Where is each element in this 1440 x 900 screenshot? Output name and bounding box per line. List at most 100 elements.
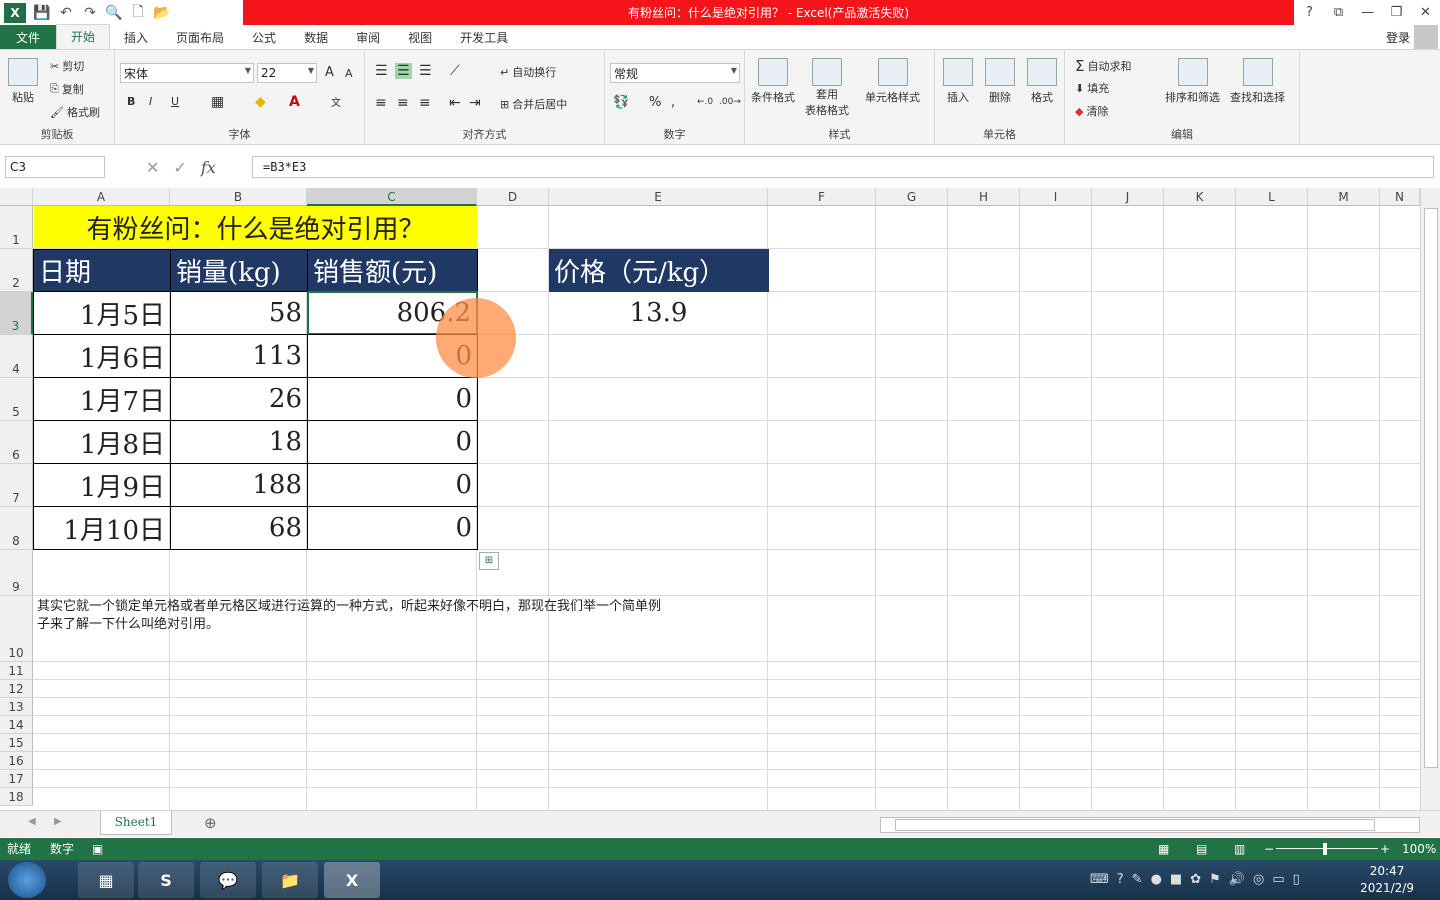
horizontal-scrollbar[interactable] <box>880 817 1420 833</box>
row-header[interactable]: 1 <box>0 206 33 249</box>
bold-button[interactable]: B <box>127 95 135 108</box>
zoom-in-icon[interactable]: + <box>1380 838 1390 860</box>
cut-button[interactable]: ✂ 剪切 <box>50 58 84 74</box>
data-cell[interactable]: 1月10日 <box>33 506 171 550</box>
row-header[interactable]: 16 <box>0 752 33 770</box>
note-text[interactable]: 其实它就一个锁定单元格或者单元格区域进行运算的一种方式，听起来好像不明白，那现在… <box>37 598 767 634</box>
find-select-button[interactable]: 查找和选择 <box>1230 58 1285 105</box>
row-header[interactable]: 7 <box>0 464 33 507</box>
tab-home[interactable]: 开始 <box>56 24 111 49</box>
open-folder-icon[interactable]: 📂 <box>150 1 174 25</box>
battery-icon[interactable]: ▯ <box>1293 872 1300 887</box>
comma-button[interactable]: , <box>671 95 675 110</box>
font-size-select[interactable]: 22 ▼ <box>257 63 317 83</box>
column-header[interactable]: L <box>1236 188 1308 206</box>
sort-filter-button[interactable]: 排序和筛选 <box>1165 58 1220 105</box>
file-explorer-app-icon[interactable]: ▦ <box>78 862 134 898</box>
row-header[interactable]: 8 <box>0 507 33 550</box>
align-left-icon[interactable]: ≡ <box>375 95 387 111</box>
borders-icon[interactable]: ▦ <box>211 94 224 110</box>
increase-indent-icon[interactable]: ⇥ <box>469 95 481 111</box>
data-cell[interactable]: 1月5日 <box>33 291 171 335</box>
decrease-decimal-icon[interactable]: .00→ <box>719 97 741 107</box>
autosum-button[interactable]: Σ 自动求和 <box>1075 57 1131 75</box>
data-cell[interactable]: 0 <box>307 377 478 421</box>
italic-button[interactable]: I <box>149 95 152 108</box>
avatar[interactable] <box>1414 25 1438 49</box>
pen-icon[interactable]: ✎ <box>1132 872 1143 887</box>
wechat-app-icon[interactable]: 💬 <box>200 862 256 898</box>
clear-button[interactable]: ◆ 清除 <box>1075 103 1108 119</box>
format-as-table-button[interactable]: 套用 表格格式 <box>805 58 849 118</box>
phonetic-icon[interactable]: 文 <box>331 94 341 109</box>
new-file-icon[interactable]: 🗋 <box>126 1 150 25</box>
cell-styles-button[interactable]: 单元格样式 <box>865 58 920 105</box>
row-header[interactable]: 15 <box>0 734 33 752</box>
display-icon[interactable]: ▭ <box>1272 872 1284 887</box>
tab-data[interactable]: 数据 <box>290 25 342 49</box>
zoom-out-icon[interactable]: − <box>1264 838 1274 860</box>
save-icon[interactable]: 💾 <box>30 1 54 25</box>
insert-function-button[interactable]: fx <box>201 158 216 177</box>
data-cell[interactable]: 68 <box>170 506 308 550</box>
page-layout-view-icon[interactable]: ▤ <box>1196 838 1207 860</box>
format-painter-button[interactable]: 🖌 格式刷 <box>50 104 100 120</box>
column-header[interactable]: H <box>948 188 1020 206</box>
flower-icon[interactable]: ✿ <box>1190 872 1201 887</box>
login-link[interactable]: 登录 <box>1386 25 1410 49</box>
data-cell[interactable]: 58 <box>170 291 308 335</box>
increase-decimal-icon[interactable]: ←.0 <box>697 97 713 107</box>
network-icon[interactable]: ◎ <box>1253 872 1264 887</box>
header-cell-price[interactable]: 价格（元/kg） <box>549 249 769 292</box>
column-header[interactable]: A <box>33 188 170 206</box>
header-cell-date[interactable]: 日期 <box>33 249 171 292</box>
flag-icon[interactable]: ⚑ <box>1209 872 1221 887</box>
data-cell[interactable]: 26 <box>170 377 308 421</box>
worksheet-grid[interactable]: A B C D E F G H I J K L M N 1 2 3 4 5 6 … <box>0 188 1420 810</box>
tab-insert[interactable]: 插入 <box>110 25 162 49</box>
format-cells-button[interactable]: 格式 <box>1027 58 1057 105</box>
insert-cells-button[interactable]: 插入 <box>943 58 973 105</box>
column-header[interactable]: D <box>477 188 549 206</box>
tab-file[interactable]: 文件 <box>0 25 56 49</box>
header-cell-sales[interactable]: 销售额(元) <box>307 249 478 292</box>
scroll-thumb[interactable] <box>895 819 1375 831</box>
currency-icon[interactable]: 💱 <box>613 95 629 110</box>
row-header[interactable]: 11 <box>0 662 33 680</box>
delete-cells-button[interactable]: 删除 <box>985 58 1015 105</box>
quick-analysis-icon[interactable]: ⊞ <box>479 552 499 570</box>
data-cell[interactable]: 0 <box>307 506 478 550</box>
clock[interactable]: 20:47 2021/2/9 <box>1360 863 1414 897</box>
align-right-icon[interactable]: ≡ <box>419 95 431 111</box>
row-header[interactable]: 14 <box>0 716 33 734</box>
font-color-icon[interactable]: A <box>289 94 300 110</box>
align-bottom-icon[interactable]: ☰ <box>419 63 432 79</box>
tab-review[interactable]: 审阅 <box>342 25 394 49</box>
excel-app-icon[interactable]: X <box>324 862 380 898</box>
close-button[interactable]: ✕ <box>1411 0 1440 25</box>
macro-record-icon[interactable]: ▣ <box>92 838 103 860</box>
column-header[interactable]: N <box>1380 188 1420 206</box>
column-header[interactable]: G <box>876 188 948 206</box>
fill-color-icon[interactable]: ◆ <box>255 94 266 110</box>
column-header[interactable]: C <box>307 188 477 206</box>
row-header[interactable]: 13 <box>0 698 33 716</box>
percent-button[interactable]: % <box>649 95 661 110</box>
number-format-select[interactable]: 常规 ▼ <box>610 63 740 83</box>
formula-input[interactable]: =B3*E3 <box>252 156 1434 178</box>
grow-font-button[interactable]: A <box>325 65 334 80</box>
row-header[interactable]: 12 <box>0 680 33 698</box>
tab-view[interactable]: 视图 <box>394 25 446 49</box>
vertical-scrollbar[interactable] <box>1420 188 1440 810</box>
decrease-indent-icon[interactable]: ⇤ <box>449 95 461 111</box>
print-preview-icon[interactable]: 🔍 <box>102 1 126 25</box>
row-header[interactable]: 2 <box>0 249 33 292</box>
keyboard-icon[interactable]: ⌨ <box>1090 872 1109 887</box>
column-header[interactable]: I <box>1020 188 1092 206</box>
orientation-icon[interactable]: ⟋ <box>450 63 460 79</box>
row-header[interactable]: 18 <box>0 788 33 806</box>
data-cell[interactable]: 113 <box>170 334 308 378</box>
row-header[interactable]: 6 <box>0 421 33 464</box>
app-tray-icon[interactable]: ■ <box>1170 872 1182 887</box>
restore-button[interactable]: ❐ <box>1382 0 1411 25</box>
